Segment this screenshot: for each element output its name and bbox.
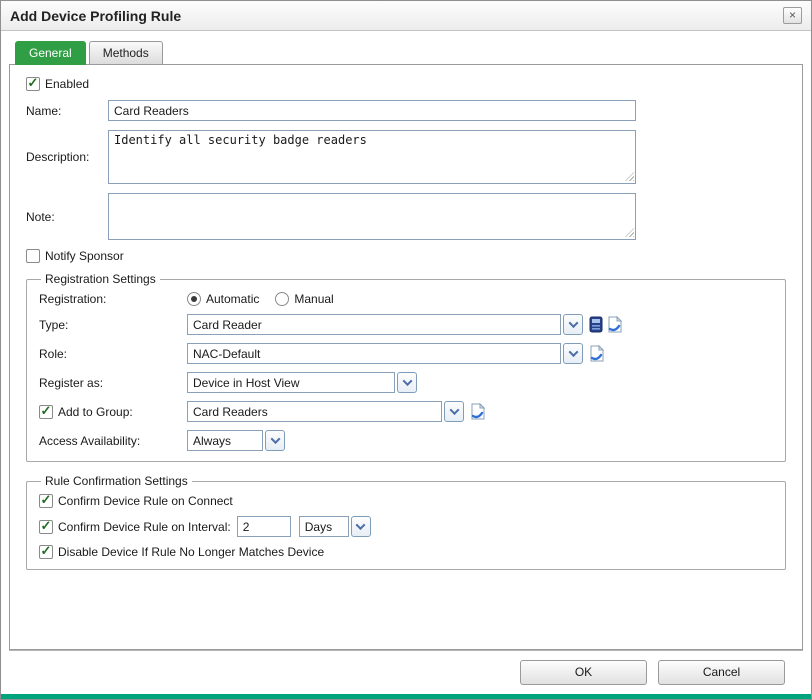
close-icon[interactable]: × xyxy=(783,7,802,24)
enabled-checkbox[interactable] xyxy=(26,77,40,91)
notify-sponsor-label: Notify Sponsor xyxy=(45,249,124,263)
chevron-down-icon xyxy=(402,376,412,386)
type-combobox: Card Reader xyxy=(187,314,583,335)
dialog-body: General Methods Enabled Name: Descriptio… xyxy=(1,31,811,650)
confirm-on-connect-label: Confirm Device Rule on Connect xyxy=(58,494,233,508)
register-as-dropdown-button[interactable] xyxy=(397,372,417,393)
access-availability-select: Always xyxy=(187,430,285,451)
confirm-on-interval-label: Confirm Device Rule on Interval: xyxy=(58,520,231,534)
chevron-down-icon xyxy=(568,318,578,328)
chevron-down-icon xyxy=(449,405,459,415)
add-to-group-dropdown-button[interactable] xyxy=(444,401,464,422)
add-device-profiling-rule-dialog: Add Device Profiling Rule × General Meth… xyxy=(0,0,812,700)
interval-unit-select: Days xyxy=(299,516,371,537)
add-to-group-row: Add to Group: Card Readers xyxy=(39,401,773,422)
tab-methods[interactable]: Methods xyxy=(89,41,163,65)
automatic-label: Automatic xyxy=(206,292,259,306)
tab-bar: General Methods xyxy=(15,41,803,65)
role-field[interactable]: NAC-Default xyxy=(187,343,561,364)
rule-confirmation-settings-legend: Rule Confirmation Settings xyxy=(41,474,192,488)
automatic-radio[interactable] xyxy=(187,292,201,306)
add-to-group-label-group: Add to Group: xyxy=(39,405,187,419)
name-row: Name: xyxy=(26,100,786,121)
add-role-icon[interactable] xyxy=(589,345,604,362)
add-type-icon[interactable] xyxy=(607,316,622,333)
ok-button[interactable]: OK xyxy=(520,660,647,685)
dialog-footer: OK Cancel xyxy=(9,650,803,694)
interval-value-input[interactable] xyxy=(237,516,291,537)
registration-settings-legend: Registration Settings xyxy=(41,272,160,286)
type-dropdown-button[interactable] xyxy=(563,314,583,335)
register-as-field[interactable]: Device in Host View xyxy=(187,372,395,393)
dialog-titlebar: Add Device Profiling Rule × xyxy=(1,1,811,31)
enabled-label: Enabled xyxy=(45,77,89,91)
description-textarea[interactable]: Identify all security badge readers xyxy=(108,130,636,184)
enabled-row: Enabled xyxy=(26,77,786,91)
manual-label: Manual xyxy=(294,292,333,306)
disable-if-no-match-label: Disable Device If Rule No Longer Matches… xyxy=(58,545,324,559)
note-textarea[interactable] xyxy=(108,193,636,240)
note-row: Note: xyxy=(26,193,786,240)
general-tab-panel: Enabled Name: Description: Identify all … xyxy=(9,64,803,650)
confirm-on-interval-row: Confirm Device Rule on Interval: Days xyxy=(39,516,773,537)
disable-if-no-match-row: Disable Device If Rule No Longer Matches… xyxy=(39,545,773,559)
access-availability-dropdown-button[interactable] xyxy=(265,430,285,451)
register-as-row: Register as: Device in Host View xyxy=(39,372,773,393)
register-as-label: Register as: xyxy=(39,376,187,390)
name-input[interactable] xyxy=(108,100,636,121)
registration-automatic-option[interactable]: Automatic xyxy=(187,292,259,306)
dialog-bottom-accent xyxy=(1,694,811,699)
tab-general[interactable]: General xyxy=(15,41,86,65)
notify-sponsor-checkbox[interactable] xyxy=(26,249,40,263)
add-to-group-combobox: Card Readers xyxy=(187,401,464,422)
chevron-down-icon xyxy=(270,434,280,444)
chevron-down-icon xyxy=(568,347,578,357)
role-row: Role: NAC-Default xyxy=(39,343,773,364)
registration-settings-fieldset: Registration Settings Registration: Auto… xyxy=(26,272,786,462)
cancel-button[interactable]: Cancel xyxy=(658,660,785,685)
description-row: Description: Identify all security badge… xyxy=(26,130,786,184)
confirm-on-connect-checkbox[interactable] xyxy=(39,494,53,508)
interval-unit-field[interactable]: Days xyxy=(299,516,349,537)
registration-row: Registration: Automatic Manual xyxy=(39,292,773,306)
interval-unit-dropdown-button[interactable] xyxy=(351,516,371,537)
add-to-group-checkbox[interactable] xyxy=(39,405,53,419)
role-combobox: NAC-Default xyxy=(187,343,583,364)
access-availability-field[interactable]: Always xyxy=(187,430,263,451)
confirm-on-interval-checkbox[interactable] xyxy=(39,520,53,534)
registration-manual-option[interactable]: Manual xyxy=(275,292,333,306)
role-dropdown-button[interactable] xyxy=(563,343,583,364)
add-to-group-label: Add to Group: xyxy=(58,405,133,419)
chevron-down-icon xyxy=(356,520,366,530)
role-label: Role: xyxy=(39,347,187,361)
type-row: Type: Card Reader xyxy=(39,314,773,335)
type-label: Type: xyxy=(39,318,187,332)
type-field[interactable]: Card Reader xyxy=(187,314,561,335)
note-label: Note: xyxy=(26,210,108,224)
dialog-title: Add Device Profiling Rule xyxy=(10,8,181,24)
device-type-browse-icon[interactable] xyxy=(589,316,603,333)
register-as-select: Device in Host View xyxy=(187,372,417,393)
rule-confirmation-settings-fieldset: Rule Confirmation Settings Confirm Devic… xyxy=(26,474,786,570)
confirm-on-connect-row: Confirm Device Rule on Connect xyxy=(39,494,773,508)
add-to-group-field[interactable]: Card Readers xyxy=(187,401,442,422)
disable-if-no-match-checkbox[interactable] xyxy=(39,545,53,559)
access-availability-label: Access Availability: xyxy=(39,434,187,448)
registration-label: Registration: xyxy=(39,292,187,306)
notify-sponsor-row: Notify Sponsor xyxy=(26,249,786,263)
description-label: Description: xyxy=(26,150,108,164)
access-availability-row: Access Availability: Always xyxy=(39,430,773,451)
add-group-icon[interactable] xyxy=(470,403,485,420)
name-label: Name: xyxy=(26,104,108,118)
manual-radio[interactable] xyxy=(275,292,289,306)
